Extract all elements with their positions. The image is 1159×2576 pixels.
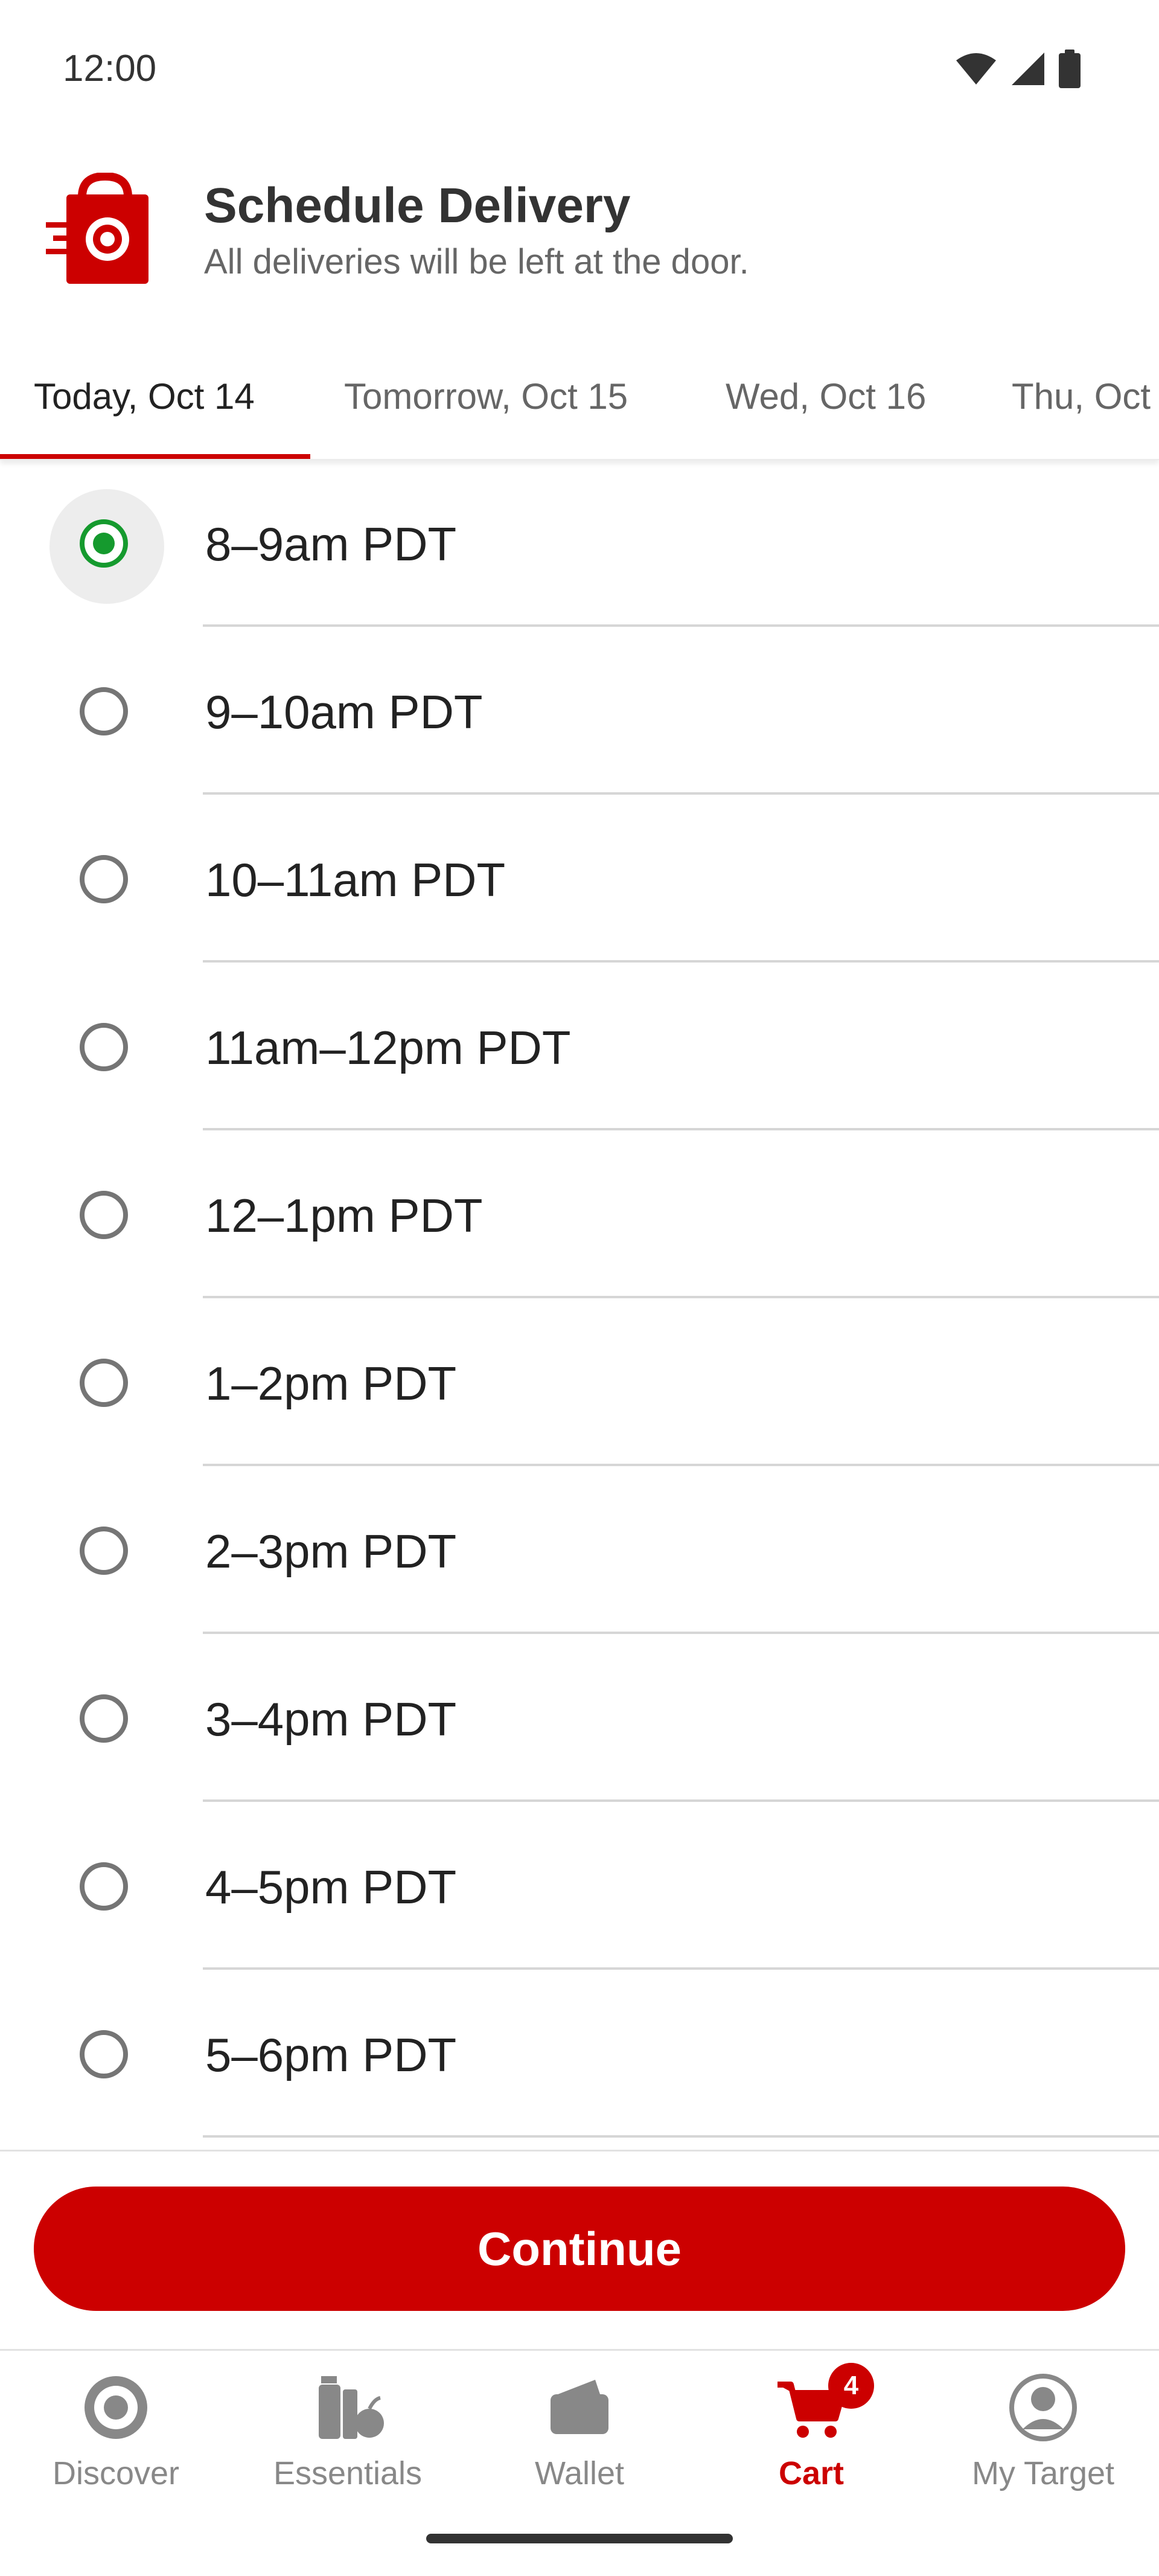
time-slot-label: 8–9am PDT bbox=[205, 517, 457, 571]
time-slot-label: 10–11am PDT bbox=[205, 853, 506, 906]
time-slot-row[interactable]: 11am–12pm PDT bbox=[0, 963, 1159, 1130]
page-title: Schedule Delivery bbox=[204, 178, 631, 233]
cart-count-badge: 4 bbox=[828, 2363, 874, 2409]
time-slot-label: 12–1pm PDT bbox=[205, 1189, 483, 1242]
nav-label: Cart bbox=[778, 2455, 845, 2491]
time-slot-radio[interactable] bbox=[80, 1359, 128, 1407]
nav-label: My Target bbox=[971, 2455, 1115, 2491]
time-slot-label: 9–10am PDT bbox=[205, 685, 483, 739]
gesture-bar bbox=[0, 2506, 1159, 2576]
time-slot-radio[interactable] bbox=[80, 519, 128, 568]
time-slot-row[interactable]: 9–10am PDT bbox=[0, 627, 1159, 795]
time-slot-row[interactable]: 4–5pm PDT bbox=[0, 1802, 1159, 1970]
bottom-nav: Discover Essentials Wallet 4 Cart My Tar… bbox=[0, 2349, 1159, 2508]
active-tab-indicator bbox=[0, 454, 310, 459]
nav-label: Essentials bbox=[273, 2455, 423, 2491]
time-slot-label: 5–6pm PDT bbox=[205, 2028, 457, 2081]
schedule-header: Schedule Delivery All deliveries will be… bbox=[0, 139, 1159, 320]
time-slot-row[interactable]: 12–1pm PDT bbox=[0, 1130, 1159, 1298]
nav-essentials[interactable]: Essentials bbox=[232, 2351, 464, 2508]
time-slot-label: 2–3pm PDT bbox=[205, 1525, 457, 1578]
battery-icon bbox=[1059, 50, 1081, 88]
continue-footer: Continue bbox=[0, 2150, 1159, 2351]
wallet-icon bbox=[551, 2380, 608, 2434]
wifi-icon bbox=[956, 53, 996, 85]
nav-my-target[interactable]: My Target bbox=[927, 2351, 1159, 2508]
time-slot-radio[interactable] bbox=[80, 1191, 128, 1239]
tab-label: Today, Oct 14 bbox=[34, 376, 255, 417]
time-slot-radio[interactable] bbox=[80, 1862, 128, 1911]
time-slot-row[interactable]: 1–2pm PDT bbox=[0, 1298, 1159, 1466]
account-icon bbox=[1009, 2374, 1077, 2441]
nav-discover[interactable]: Discover bbox=[0, 2351, 232, 2508]
time-slot-row[interactable]: 3–4pm PDT bbox=[0, 1634, 1159, 1802]
tab-label: Tomorrow, Oct 15 bbox=[344, 376, 628, 417]
time-slot-radio[interactable] bbox=[80, 687, 128, 735]
essentials-icon bbox=[319, 2376, 384, 2439]
time-slot-label: 4–5pm PDT bbox=[205, 1860, 457, 1914]
status-bar: 12:00 bbox=[0, 0, 1159, 139]
tab-tomorrow[interactable]: Tomorrow, Oct 15 bbox=[344, 356, 628, 459]
time-slot-label: 3–4pm PDT bbox=[205, 1693, 457, 1746]
tab-label: Thu, Oct 17 bbox=[1012, 376, 1159, 417]
nav-label: Wallet bbox=[534, 2455, 625, 2491]
time-slot-list: 8–9am PDT 9–10am PDT 10–11am PDT 11am–12… bbox=[0, 459, 1159, 2150]
time-slot-row[interactable]: 2–3pm PDT bbox=[0, 1466, 1159, 1634]
time-slot-row[interactable]: 5–6pm PDT bbox=[0, 1970, 1159, 2138]
tab-today[interactable]: Today, Oct 14 bbox=[0, 356, 310, 459]
time-slot-label: 11am–12pm PDT bbox=[205, 1021, 571, 1074]
date-tabs: Today, Oct 14 Tomorrow, Oct 15 Wed, Oct … bbox=[0, 356, 1159, 460]
page-subtitle: All deliveries will be left at the door. bbox=[204, 242, 749, 281]
home-indicator[interactable] bbox=[426, 2534, 733, 2543]
bullseye-icon bbox=[85, 2376, 147, 2439]
nav-cart[interactable]: 4 Cart bbox=[695, 2351, 927, 2508]
tab-thu[interactable]: Thu, Oct 17 bbox=[1012, 356, 1159, 459]
status-time: 12:00 bbox=[63, 48, 157, 89]
nav-label: Discover bbox=[52, 2455, 180, 2491]
time-slot-radio[interactable] bbox=[80, 1527, 128, 1575]
time-slot-radio[interactable] bbox=[80, 1023, 128, 1071]
time-slot-label: 1–2pm PDT bbox=[205, 1357, 457, 1410]
nav-wallet[interactable]: Wallet bbox=[464, 2351, 695, 2508]
signal-icon bbox=[1012, 53, 1044, 85]
time-slot-radio[interactable] bbox=[80, 2030, 128, 2078]
time-slot-radio[interactable] bbox=[80, 855, 128, 903]
divider bbox=[203, 2135, 1159, 2138]
status-icons bbox=[955, 50, 1081, 88]
tab-wed[interactable]: Wed, Oct 16 bbox=[726, 356, 926, 459]
radio-highlight bbox=[49, 489, 164, 604]
time-slot-row[interactable]: 8–9am PDT bbox=[0, 459, 1159, 627]
time-slot-radio[interactable] bbox=[80, 1694, 128, 1743]
tab-label: Wed, Oct 16 bbox=[726, 376, 927, 417]
continue-button[interactable]: Continue bbox=[34, 2187, 1125, 2311]
delivery-bag-logo-icon bbox=[46, 173, 148, 284]
time-slot-row[interactable]: 10–11am PDT bbox=[0, 795, 1159, 963]
